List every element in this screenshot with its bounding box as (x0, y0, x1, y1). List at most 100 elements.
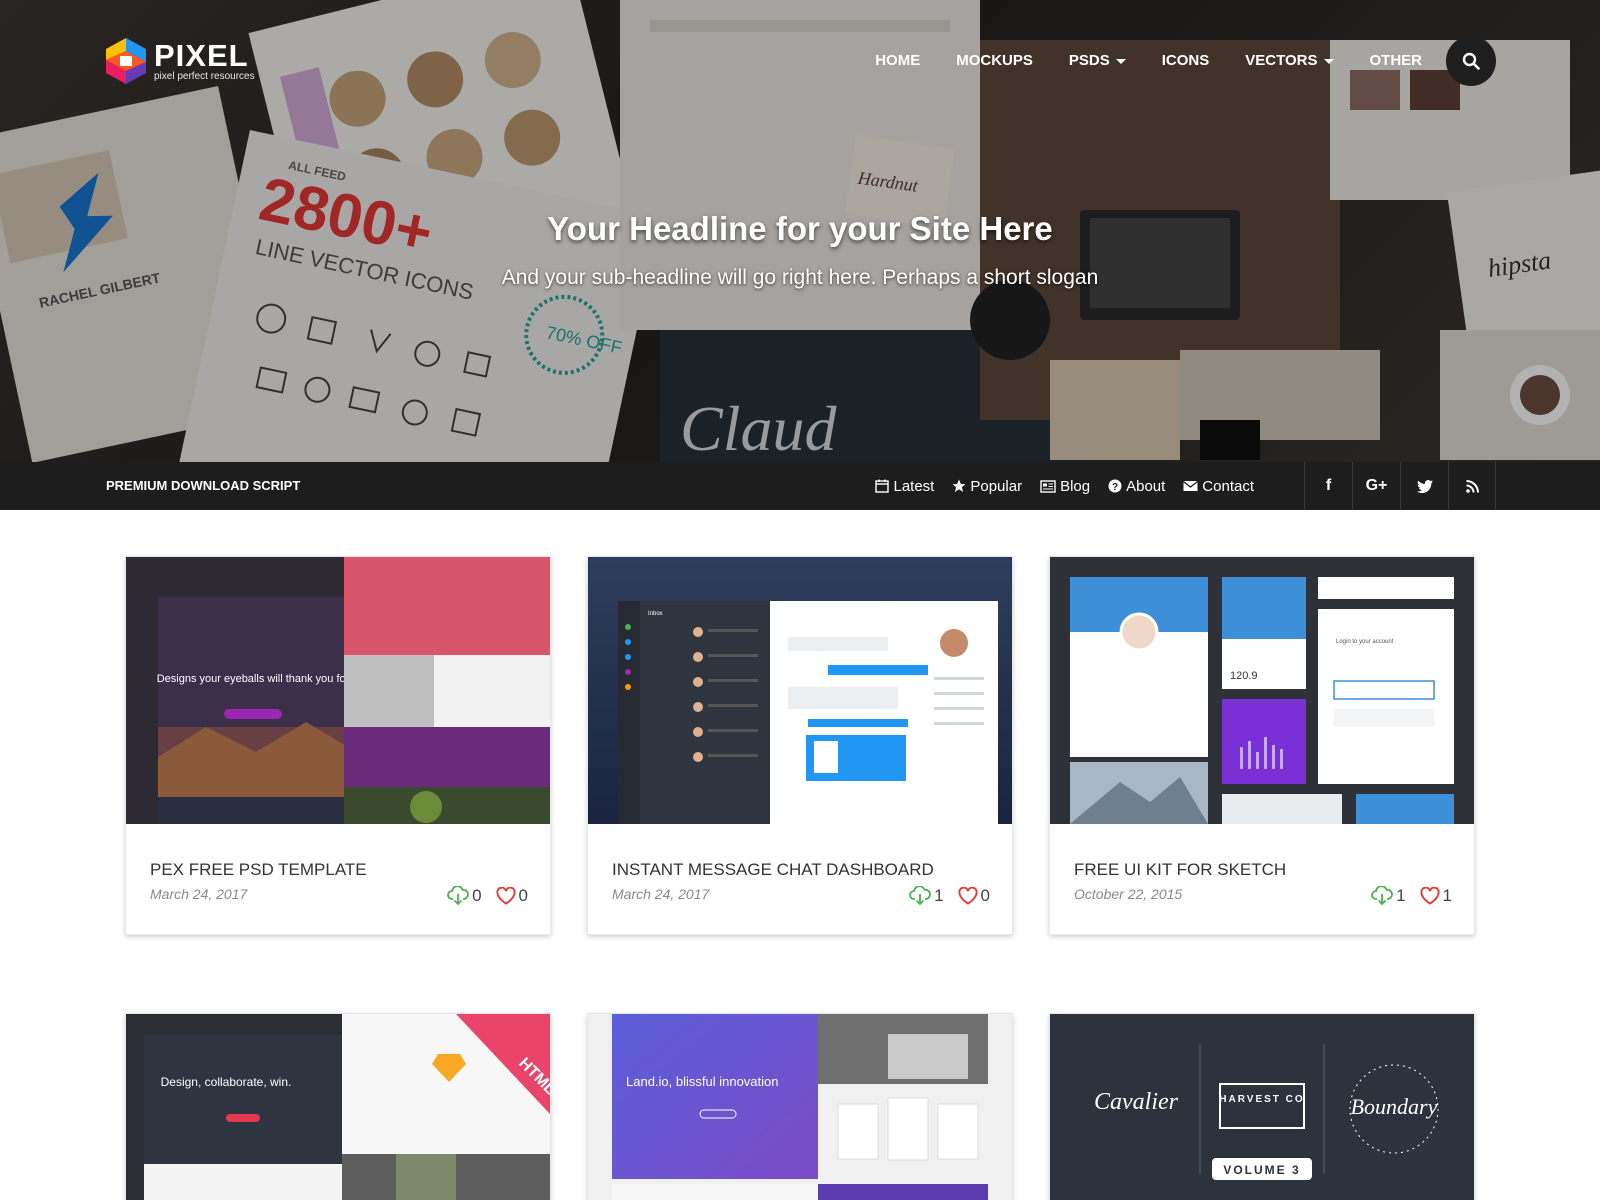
like-count[interactable]: 1 (1420, 886, 1452, 906)
nav-other-label: OTHER (1369, 52, 1423, 69)
subbar-title: PREMIUM DOWNLOAD SCRIPT (106, 478, 301, 493)
calendar-icon (875, 479, 890, 493)
heart-icon (1420, 887, 1440, 905)
resource-card[interactable]: Designs your eyeballs will thank you for… (125, 556, 551, 935)
card-stats: 0 0 (433, 886, 528, 906)
nav-vectors-label: VECTORS (1245, 52, 1318, 69)
nav-vectors[interactable]: VECTORS (1227, 36, 1351, 86)
resource-card[interactable]: Design, collaborate, win. HTML5 (125, 1013, 551, 1200)
card-stats: 1 1 (1357, 886, 1452, 906)
link-popular-label: Popular (970, 477, 1023, 495)
twitter-link[interactable] (1400, 462, 1448, 510)
thumb-badge-4: VOLUME 3 (1223, 1163, 1300, 1177)
thumb-caption: Land.io, blissful innovation (626, 1074, 779, 1089)
download-count[interactable]: 0 (447, 886, 482, 906)
download-count[interactable]: 1 (1371, 886, 1406, 906)
nav-psds[interactable]: PSDS (1051, 36, 1144, 86)
link-about[interactable]: ? About (1108, 478, 1165, 495)
nav-home-label: HOME (875, 52, 921, 69)
card-thumbnail[interactable]: Designs your eyeballs will thank you for (126, 557, 550, 824)
secondary-bar: PREMIUM DOWNLOAD SCRIPT Latest Popular B… (0, 462, 1600, 510)
hero-banner: RACHEL GILBERT 2800+ LINE VECTOR ICONS A… (0, 0, 1600, 510)
like-count[interactable]: 0 (496, 886, 528, 906)
logo-tagline: pixel perfect resources (154, 70, 255, 82)
card-title[interactable]: FREE UI KIT FOR SKETCH (1074, 860, 1286, 880)
card-date: March 24, 2017 (150, 886, 248, 902)
card-thumbnail-image: Land.io, blissful innovation (588, 1014, 1012, 1200)
nav-other[interactable]: OTHER (1352, 36, 1441, 86)
nav-mockups[interactable]: MOCKUPS (938, 36, 1051, 86)
card-title[interactable]: PEX FREE PSD TEMPLATE (150, 860, 367, 880)
like-count-value: 0 (980, 886, 990, 905)
card-thumbnail-image: Design, collaborate, win. HTML5 (126, 1014, 550, 1200)
link-latest[interactable]: Latest (875, 478, 934, 495)
card-title[interactable]: INSTANT MESSAGE CHAT DASHBOARD (612, 860, 934, 880)
resource-card[interactable]: Cavalier HARVEST CO Boundary VOLUME 3 (1049, 1013, 1475, 1200)
svg-text:?: ? (1112, 482, 1118, 493)
link-latest-label: Latest (893, 477, 935, 495)
twitter-icon (1416, 479, 1433, 493)
link-popular[interactable]: Popular (952, 478, 1022, 495)
like-count-value: 0 (518, 886, 528, 905)
cloud-download-icon (909, 886, 931, 906)
thumb-caption-2: Login to your account (1336, 639, 1394, 645)
logo-icon (106, 38, 146, 84)
search-button[interactable] (1446, 36, 1496, 86)
link-contact[interactable]: Contact (1183, 478, 1254, 495)
card-thumbnail[interactable]: 120.9 Login to your account (1050, 557, 1474, 824)
resource-card[interactable]: Inbox INSTANT MESSAGE CHAT DASHBOARD Mar… (587, 556, 1013, 935)
envelope-icon (1183, 480, 1199, 491)
star-icon (952, 479, 966, 492)
like-count[interactable]: 0 (958, 886, 990, 906)
card-thumbnail[interactable]: Design, collaborate, win. HTML5 (126, 1014, 550, 1200)
google-plus-icon: G+ (1365, 477, 1388, 494)
resource-card[interactable]: Land.io, blissful innovation (587, 1013, 1013, 1200)
question-circle-icon: ? (1108, 479, 1122, 493)
nav-home[interactable]: HOME (857, 36, 938, 86)
link-blog-label: Blog (1060, 477, 1091, 495)
cloud-download-icon (447, 886, 469, 906)
card-thumbnail-image: Cavalier HARVEST CO Boundary VOLUME 3 (1050, 1014, 1474, 1200)
google-plus-link[interactable]: G+ (1352, 462, 1400, 510)
nav-icons-label: ICONS (1161, 52, 1210, 69)
link-blog[interactable]: Blog (1040, 478, 1090, 495)
nav-psds-label: PSDS (1068, 52, 1110, 69)
main-nav: HOME MOCKUPS PSDS ICONS VECTORS OTHER (857, 36, 1496, 86)
rss-link[interactable] (1448, 462, 1496, 510)
thumb-caption: Inbox (648, 611, 663, 617)
download-count-value: 0 (472, 886, 482, 905)
card-thumbnail[interactable]: Land.io, blissful innovation (588, 1014, 1012, 1200)
facebook-icon: f (1325, 477, 1332, 494)
card-thumbnail-image: Inbox (588, 557, 1012, 824)
site-logo[interactable]: PIXEL pixel perfect resources (106, 38, 255, 84)
card-date: October 22, 2015 (1074, 886, 1183, 902)
hero-subheadline: And your sub-headline will go right here… (501, 266, 1099, 289)
secondary-nav: Latest Popular Blog ? About Contact (857, 462, 1254, 510)
resource-card[interactable]: 120.9 Login to your account FREE UI KIT … (1049, 556, 1475, 935)
card-thumbnail[interactable]: Inbox (588, 557, 1012, 824)
card-stats: 1 0 (895, 886, 990, 906)
nav-mockups-label: MOCKUPS (956, 52, 1033, 69)
card-thumbnail[interactable]: Cavalier HARVEST CO Boundary VOLUME 3 (1050, 1014, 1474, 1200)
heart-icon (496, 887, 516, 905)
thumb-caption: Designs your eyeballs will thank you for (157, 673, 350, 685)
card-thumbnail-image: 120.9 Login to your account (1050, 557, 1474, 824)
logo-name: PIXEL (154, 37, 249, 73)
caret-down-icon (1323, 58, 1334, 64)
download-count-value: 1 (934, 886, 944, 905)
download-count[interactable]: 1 (909, 886, 944, 906)
social-links: f G+ (1304, 462, 1496, 510)
hero-headline: Your Headline for your Site Here (547, 210, 1053, 247)
newspaper-icon (1040, 479, 1056, 493)
search-icon (1462, 52, 1480, 70)
caret-down-icon (1115, 58, 1126, 64)
download-count-value: 1 (1396, 886, 1406, 905)
nav-icons[interactable]: ICONS (1144, 36, 1228, 86)
rss-icon (1465, 479, 1479, 493)
thumb-badge-3: Boundary (1351, 1094, 1438, 1119)
thumb-caption: 120.9 (1230, 670, 1258, 682)
link-contact-label: Contact (1202, 477, 1254, 495)
facebook-link[interactable]: f (1304, 462, 1352, 510)
card-date: March 24, 2017 (612, 886, 710, 902)
card-thumbnail-image: Designs your eyeballs will thank you for (126, 557, 550, 824)
